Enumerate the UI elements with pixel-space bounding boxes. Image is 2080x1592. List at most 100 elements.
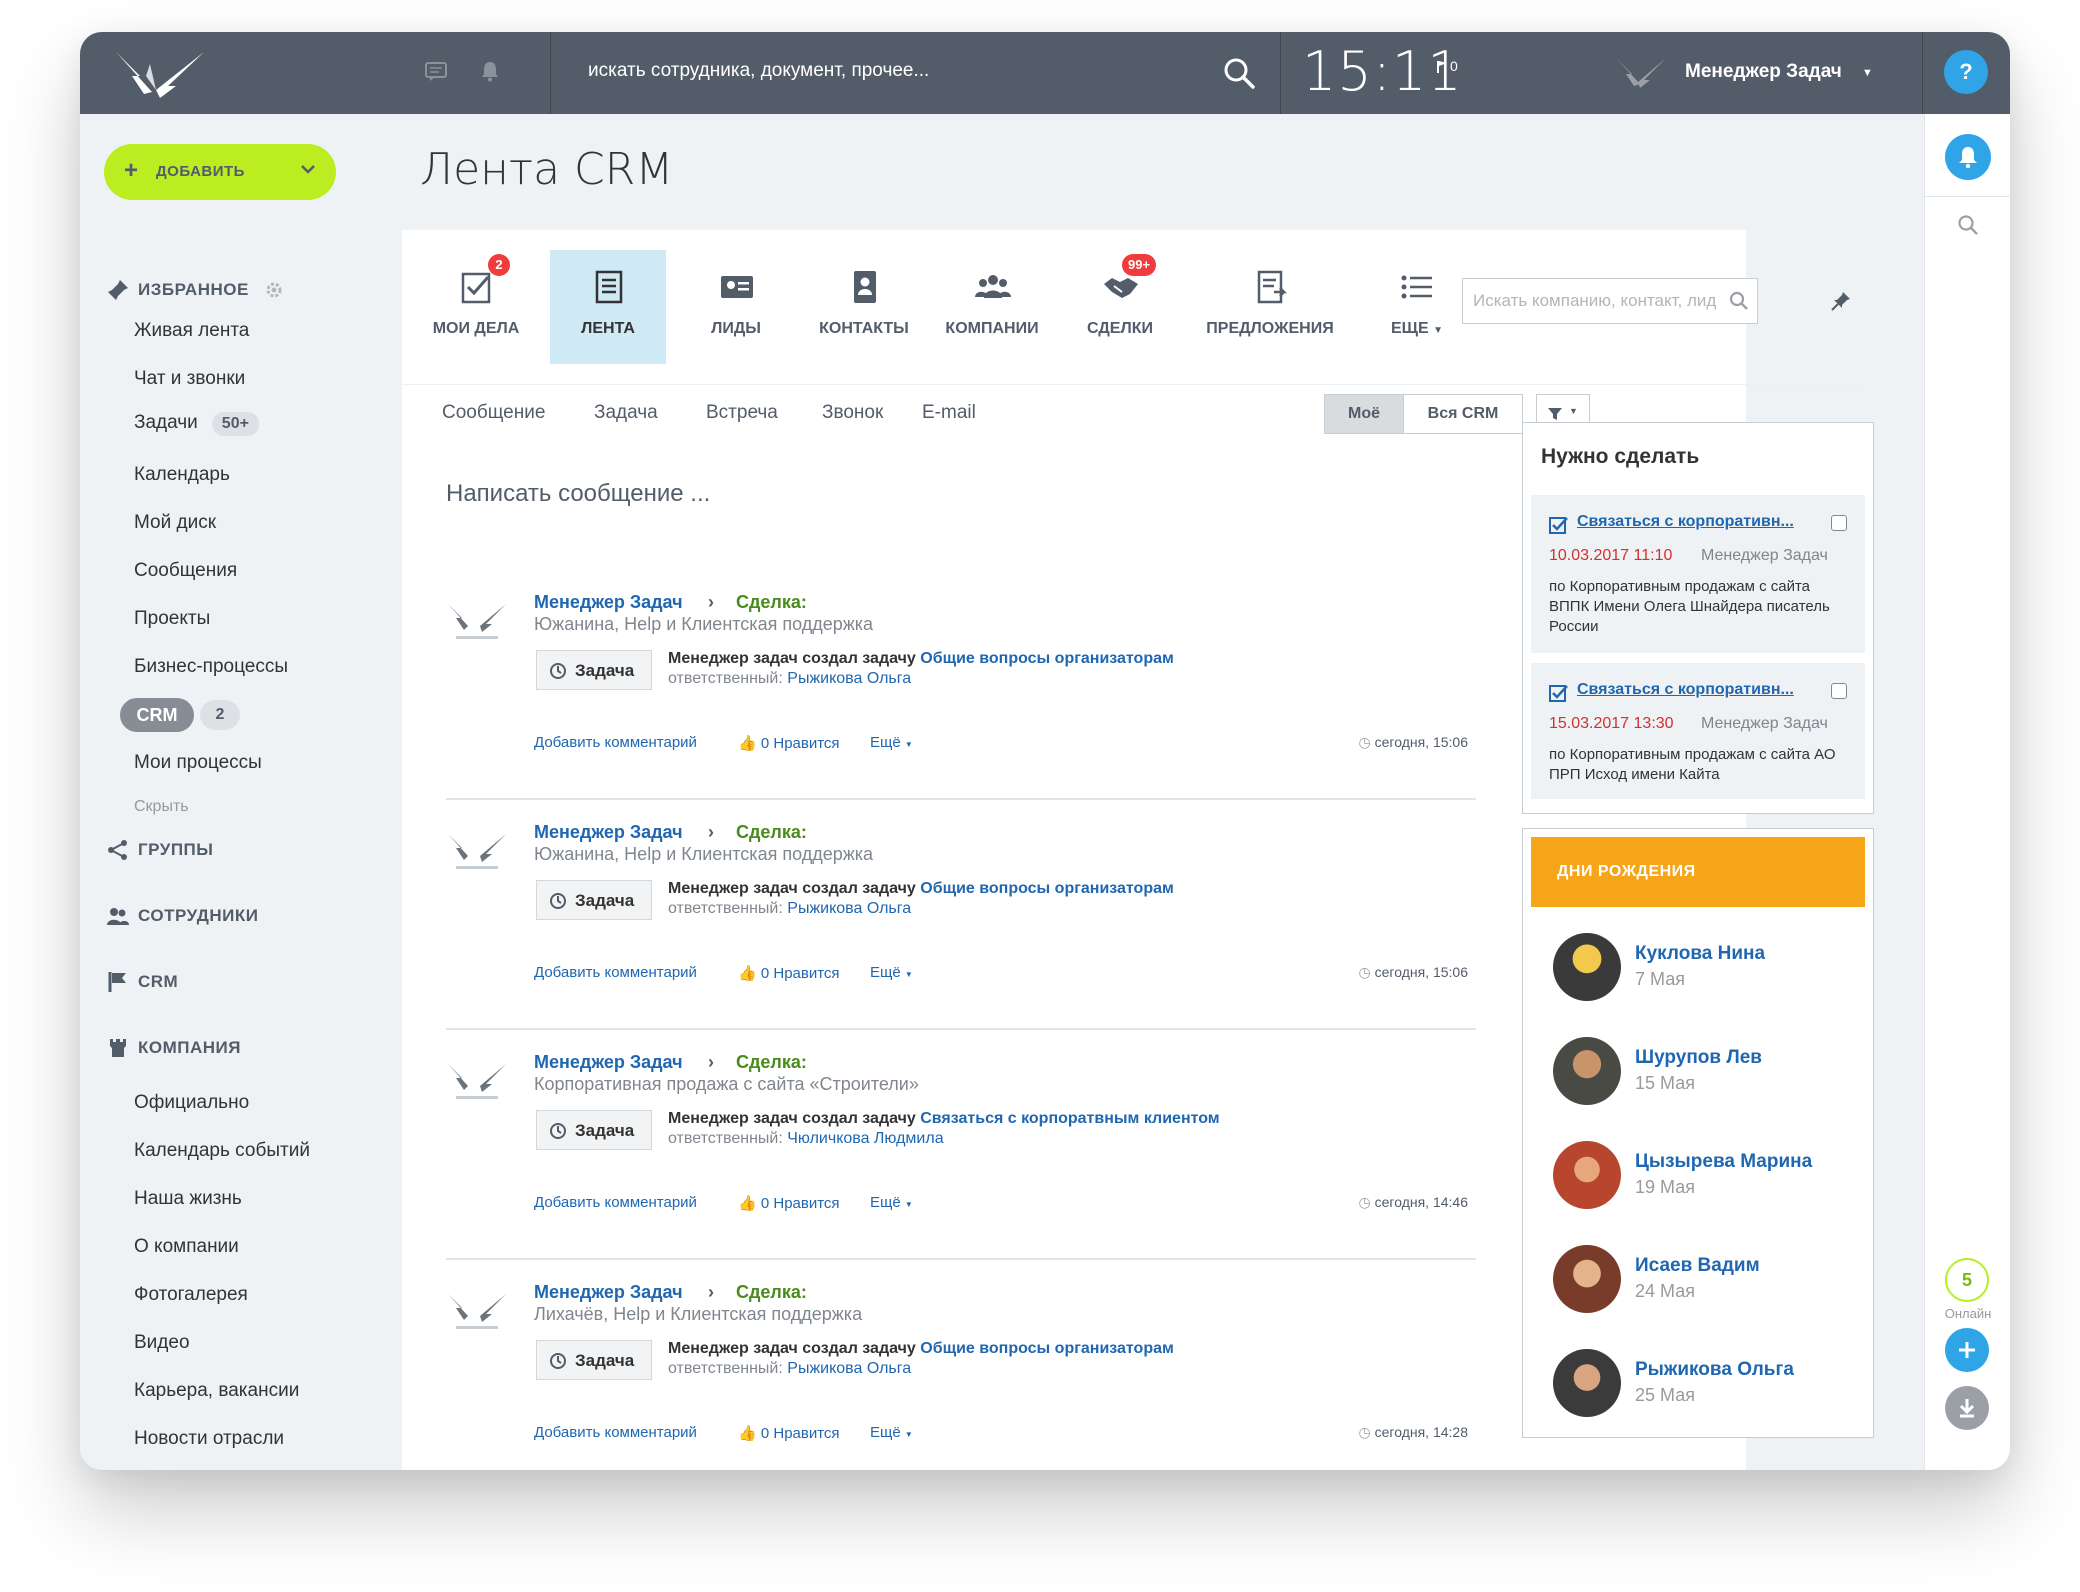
- global-search-input[interactable]: искать сотрудника, документ, прочее...: [588, 60, 929, 82]
- company-section[interactable]: КОМПАНИЯ: [106, 1036, 241, 1060]
- sidebar-item-photo-gallery[interactable]: Фотогалерея: [134, 1284, 248, 1306]
- sidebar-item-our-life[interactable]: Наша жизнь: [134, 1188, 242, 1210]
- birthday-name[interactable]: Шурупов Лев: [1635, 1047, 1762, 1069]
- responsible-link[interactable]: Рыжикова Ольга: [787, 1360, 911, 1377]
- birthday-name[interactable]: Рыжикова Ольга: [1635, 1359, 1794, 1381]
- post-tab-email[interactable]: E-mail: [922, 402, 976, 424]
- post-task-link[interactable]: Связаться с корпоратвным клиентом: [920, 1110, 1219, 1127]
- add-button[interactable]: + ДОБАВИТЬ: [104, 144, 336, 200]
- sidebar-item-business-processes[interactable]: Бизнес-процессы: [134, 656, 288, 678]
- avatar[interactable]: [1553, 933, 1621, 1001]
- more-menu[interactable]: Ещё ▼: [870, 964, 913, 981]
- sidebar-item-projects[interactable]: Проекты: [134, 608, 210, 630]
- groups-section[interactable]: ГРУППЫ: [106, 838, 213, 862]
- post-task-link[interactable]: Общие вопросы организаторам: [920, 1340, 1174, 1357]
- tab-my-activities[interactable]: 2 МОИ ДЕЛА: [418, 250, 534, 364]
- birthday-name[interactable]: Исаев Вадим: [1635, 1255, 1760, 1277]
- post-tab-message[interactable]: Сообщение: [442, 402, 545, 424]
- company-logo[interactable]: [110, 46, 210, 102]
- notifications-icon[interactable]: [480, 60, 500, 82]
- add-comment-link[interactable]: Добавить комментарий: [534, 734, 697, 751]
- birthday-name[interactable]: Куклова Нина: [1635, 943, 1765, 965]
- notifications-button[interactable]: [1945, 134, 1991, 180]
- filter-mine-button[interactable]: Моё: [1324, 394, 1404, 434]
- post-tab-meeting[interactable]: Встреча: [706, 402, 778, 424]
- rail-add-button[interactable]: [1945, 1328, 1989, 1372]
- post-author[interactable]: Менеджер Задач: [534, 822, 683, 843]
- sidebar-item-calendar[interactable]: Календарь: [134, 464, 230, 486]
- crm-section[interactable]: CRM: [106, 970, 178, 994]
- tab-feed[interactable]: ЛЕНТА: [550, 250, 666, 364]
- post-author[interactable]: Менеджер Задач: [534, 592, 683, 613]
- user-name[interactable]: Менеджер Задач: [1685, 61, 1842, 83]
- search-icon[interactable]: [1222, 56, 1256, 90]
- add-comment-link[interactable]: Добавить комментарий: [534, 1194, 697, 1211]
- responsible-link[interactable]: Чюличкова Людмила: [787, 1130, 943, 1147]
- search-icon[interactable]: [1729, 291, 1749, 311]
- sidebar-item-live-feed[interactable]: Живая лента: [134, 320, 249, 342]
- add-comment-link[interactable]: Добавить комментарий: [534, 964, 697, 981]
- birthday-item[interactable]: Цызырева Марина 19 Мая: [1553, 1141, 1853, 1211]
- post-task-link[interactable]: Общие вопросы организаторам: [920, 880, 1174, 897]
- avatar[interactable]: [1553, 1349, 1621, 1417]
- flag-count[interactable]: 0: [1450, 58, 1458, 74]
- tab-quotes[interactable]: ПРЕДЛОЖЕНИЯ: [1190, 250, 1350, 364]
- add-comment-link[interactable]: Добавить комментарий: [534, 1424, 697, 1441]
- download-button[interactable]: [1945, 1386, 1989, 1430]
- favorites-section[interactable]: ИЗБРАННОЕ: [106, 278, 283, 302]
- birthday-item[interactable]: Исаев Вадим 24 Мая: [1553, 1245, 1853, 1315]
- compose-message-input[interactable]: Написать сообщение ...: [446, 480, 710, 508]
- tab-more[interactable]: ЕЩЕ ▼: [1362, 250, 1472, 364]
- todo-task-link[interactable]: Связаться с корпоративн...: [1577, 513, 1794, 531]
- post-deal-label[interactable]: Сделка:: [736, 1282, 807, 1303]
- like-button[interactable]: 👍 0 Нравится: [738, 1194, 840, 1212]
- avatar[interactable]: [1553, 1141, 1621, 1209]
- post-deal-label[interactable]: Сделка:: [736, 592, 807, 613]
- sidebar-item-industry-news[interactable]: Новости отрасли: [134, 1428, 284, 1450]
- sidebar-hide-link[interactable]: Скрыть: [134, 798, 189, 816]
- sidebar-item-tasks[interactable]: Задачи 50+: [134, 412, 259, 436]
- chevron-down-icon[interactable]: ▼: [1862, 67, 1873, 79]
- responsible-link[interactable]: Рыжикова Ольга: [787, 900, 911, 917]
- sidebar-item-drive[interactable]: Мой диск: [134, 512, 216, 534]
- more-menu[interactable]: Ещё ▼: [870, 1194, 913, 1211]
- filter-all-crm-button[interactable]: Вся CRM: [1403, 394, 1523, 434]
- more-menu[interactable]: Ещё ▼: [870, 734, 913, 751]
- sidebar-item-event-calendar[interactable]: Календарь событий: [134, 1140, 310, 1162]
- sidebar-item-my-processes[interactable]: Мои процессы: [134, 752, 262, 774]
- todo-checkbox[interactable]: [1831, 683, 1847, 699]
- birthday-item[interactable]: Куклова Нина 7 Мая: [1553, 933, 1853, 1003]
- avatar[interactable]: [1553, 1245, 1621, 1313]
- sidebar-item-messages[interactable]: Сообщения: [134, 560, 237, 582]
- sidebar-item-about[interactable]: О компании: [134, 1236, 239, 1258]
- post-tab-call[interactable]: Звонок: [822, 402, 883, 424]
- post-deal-label[interactable]: Сделка:: [736, 822, 807, 843]
- sidebar-item-official[interactable]: Официально: [134, 1092, 249, 1114]
- sidebar-item-video[interactable]: Видео: [134, 1332, 190, 1354]
- more-menu[interactable]: Ещё ▼: [870, 1424, 913, 1441]
- tab-deals[interactable]: 99+ СДЕЛКИ: [1062, 250, 1178, 364]
- tab-leads[interactable]: ЛИДЫ: [678, 250, 794, 364]
- responsible-link[interactable]: Рыжикова Ольга: [787, 670, 911, 687]
- crm-search-field[interactable]: [1462, 278, 1758, 324]
- pin-icon[interactable]: [1830, 290, 1852, 312]
- help-button[interactable]: ?: [1944, 50, 1988, 94]
- post-task-link[interactable]: Общие вопросы организаторам: [920, 650, 1174, 667]
- sidebar-item-chat[interactable]: Чат и звонки: [134, 368, 245, 390]
- birthday-name[interactable]: Цызырева Марина: [1635, 1151, 1812, 1173]
- post-author[interactable]: Менеджер Задач: [534, 1052, 683, 1073]
- online-counter[interactable]: 5: [1945, 1258, 1989, 1302]
- birthday-item[interactable]: Шурупов Лев 15 Мая: [1553, 1037, 1853, 1107]
- search-icon[interactable]: [1957, 214, 1979, 236]
- user-avatar-icon[interactable]: [1614, 54, 1668, 92]
- sidebar-item-careers[interactable]: Карьера, вакансии: [134, 1380, 299, 1402]
- tab-contacts[interactable]: КОНТАКТЫ: [806, 250, 922, 364]
- like-button[interactable]: 👍 0 Нравится: [738, 1424, 840, 1442]
- tab-companies[interactable]: КОМПАНИИ: [934, 250, 1050, 364]
- avatar[interactable]: [1553, 1037, 1621, 1105]
- birthday-item[interactable]: Рыжикова Ольга 25 Мая: [1553, 1349, 1853, 1419]
- like-button[interactable]: 👍 0 Нравится: [738, 964, 840, 982]
- crm-search-input[interactable]: [1473, 289, 1723, 313]
- gear-icon[interactable]: [265, 281, 283, 299]
- todo-checkbox[interactable]: [1831, 515, 1847, 531]
